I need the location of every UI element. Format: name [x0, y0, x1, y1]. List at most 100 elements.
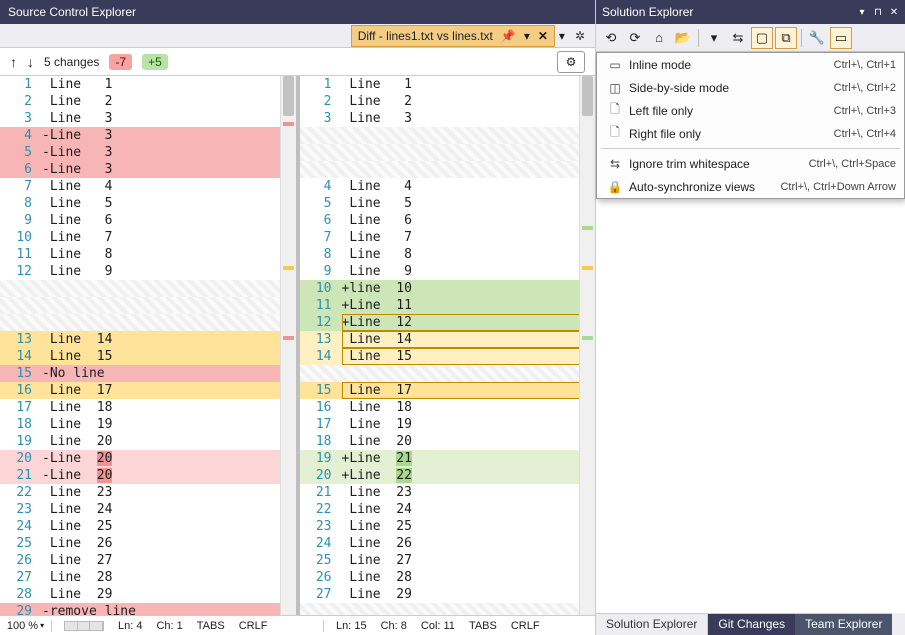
code-row[interactable] — [0, 280, 296, 297]
char-indicator[interactable]: Ch: 8 — [381, 620, 407, 632]
code-row[interactable]: 12+Line 12 — [300, 314, 596, 331]
code-row[interactable]: 29-remove line — [0, 603, 296, 615]
tabs-indicator[interactable]: TABS — [469, 620, 497, 632]
code-row[interactable] — [0, 297, 296, 314]
code-row[interactable]: 14 Line 15 — [0, 348, 296, 365]
gear-icon[interactable]: ✲ — [575, 29, 585, 43]
code-row[interactable]: 15-No line — [0, 365, 296, 382]
toolbar-button[interactable]: 📂 — [672, 27, 694, 49]
code-row[interactable]: 2 Line 2 — [0, 93, 296, 110]
code-row[interactable]: 9 Line 9 — [300, 263, 596, 280]
crlf-indicator[interactable]: CRLF — [239, 620, 268, 632]
toolbar-button[interactable]: 🔧 — [806, 27, 828, 49]
code-row[interactable]: 17 Line 18 — [0, 399, 296, 416]
code-row[interactable]: 25 Line 26 — [0, 535, 296, 552]
scrollbar-thumb[interactable] — [283, 76, 294, 116]
code-row[interactable]: 5-Line 3 — [0, 144, 296, 161]
menu-item[interactable]: ⇆Ignore trim whitespaceCtrl+\, Ctrl+Spac… — [597, 152, 904, 175]
code-row[interactable]: 23 Line 25 — [300, 518, 596, 535]
code-row[interactable]: 25 Line 27 — [300, 552, 596, 569]
code-row[interactable]: 22 Line 24 — [300, 501, 596, 518]
code-row[interactable]: 10+line 10 — [300, 280, 596, 297]
code-row[interactable]: 16 Line 18 — [300, 399, 596, 416]
code-row[interactable] — [0, 314, 296, 331]
code-row[interactable]: 20-Line 20 — [0, 450, 296, 467]
code-row[interactable]: 9 Line 6 — [0, 212, 296, 229]
code-row[interactable]: 1 Line 1 — [300, 76, 596, 93]
code-row[interactable] — [300, 144, 596, 161]
code-row[interactable]: 6 Line 6 — [300, 212, 596, 229]
toolbar-button[interactable]: ▾ — [703, 27, 725, 49]
col-indicator[interactable]: Col: 11 — [421, 620, 455, 632]
code-row[interactable]: 1 Line 1 — [0, 76, 296, 93]
right-code[interactable]: 1 Line 12 Line 23 Line 3 4 Line 45 Line … — [300, 76, 596, 615]
line-indicator[interactable]: Ln: 15 — [336, 620, 367, 632]
menu-item[interactable]: ◫Side-by-side modeCtrl+\, Ctrl+2 — [597, 76, 904, 99]
menu-item[interactable]: ▭Inline modeCtrl+\, Ctrl+1 — [597, 53, 904, 76]
menu-item[interactable]: 🔒Auto-synchronize viewsCtrl+\, Ctrl+Down… — [597, 175, 904, 198]
code-row[interactable]: 18 Line 19 — [0, 416, 296, 433]
code-row[interactable]: 13 Line 14 — [300, 331, 596, 348]
code-row[interactable]: 24 Line 26 — [300, 535, 596, 552]
code-row[interactable]: 15 Line 17 — [300, 382, 596, 399]
code-row[interactable]: 5 Line 5 — [300, 195, 596, 212]
code-row[interactable]: 12 Line 9 — [0, 263, 296, 280]
scrollbar-thumb[interactable] — [582, 76, 593, 116]
crlf-indicator[interactable]: CRLF — [511, 620, 540, 632]
code-row[interactable]: 21 Line 23 — [300, 484, 596, 501]
tab-solution-explorer[interactable]: Solution Explorer — [596, 613, 708, 635]
code-row[interactable]: 21-Line 20 — [0, 467, 296, 484]
code-row[interactable] — [300, 127, 596, 144]
code-row[interactable]: 7 Line 4 — [0, 178, 296, 195]
left-code[interactable]: 1 Line 12 Line 23 Line 34-Line 35-Line 3… — [0, 76, 296, 615]
code-row[interactable]: 26 Line 28 — [300, 569, 596, 586]
right-scrollbar[interactable] — [579, 76, 595, 615]
code-row[interactable] — [300, 603, 596, 615]
toolbar-button[interactable]: ⟳ — [624, 27, 646, 49]
toolbar-button[interactable]: ▢ — [751, 27, 773, 49]
code-row[interactable]: 28 Line 29 — [0, 586, 296, 603]
window-menu-icon[interactable]: ▾ — [857, 7, 867, 17]
close-tab-button[interactable]: ✕ — [538, 29, 548, 43]
code-row[interactable]: 3 Line 3 — [0, 110, 296, 127]
tab-git-changes[interactable]: Git Changes — [708, 613, 795, 635]
next-change-button[interactable]: ↓ — [27, 54, 34, 70]
code-row[interactable]: 8 Line 5 — [0, 195, 296, 212]
active-tab[interactable]: Diff - lines1.txt vs lines.txt 📌 ▾ ✕ — [351, 25, 555, 47]
code-row[interactable]: 6-Line 3 — [0, 161, 296, 178]
code-row[interactable]: 22 Line 23 — [0, 484, 296, 501]
char-indicator[interactable]: Ch: 1 — [156, 620, 182, 632]
tab-dropdown-icon[interactable]: ▾ — [559, 29, 565, 43]
code-row[interactable]: 11+Line 11 — [300, 297, 596, 314]
code-row[interactable]: 19+Line 21 — [300, 450, 596, 467]
toolbar-button[interactable]: ⇆ — [727, 27, 749, 49]
code-row[interactable]: 10 Line 7 — [0, 229, 296, 246]
code-row[interactable]: 27 Line 29 — [300, 586, 596, 603]
code-row[interactable]: 13 Line 14 — [0, 331, 296, 348]
code-row[interactable]: 2 Line 2 — [300, 93, 596, 110]
code-row[interactable] — [300, 365, 596, 382]
code-row[interactable]: 11 Line 8 — [0, 246, 296, 263]
code-row[interactable]: 8 Line 8 — [300, 246, 596, 263]
code-row[interactable]: 19 Line 20 — [0, 433, 296, 450]
code-row[interactable]: 4 Line 4 — [300, 178, 596, 195]
code-row[interactable] — [300, 161, 596, 178]
toolbar-button[interactable]: ⟲ — [600, 27, 622, 49]
close-icon[interactable]: ✕ — [889, 7, 899, 17]
toolbar-button[interactable]: ▭ — [830, 27, 852, 49]
menu-item[interactable]: 🗋Right file onlyCtrl+\, Ctrl+4 — [597, 122, 904, 145]
code-row[interactable]: 17 Line 19 — [300, 416, 596, 433]
code-row[interactable]: 3 Line 3 — [300, 110, 596, 127]
code-row[interactable]: 24 Line 25 — [0, 518, 296, 535]
diff-settings-button[interactable]: ⚙ — [557, 51, 585, 73]
pin-icon[interactable]: 📌 — [501, 29, 516, 43]
code-row[interactable]: 18 Line 20 — [300, 433, 596, 450]
code-row[interactable]: 4-Line 3 — [0, 127, 296, 144]
code-row[interactable]: 26 Line 27 — [0, 552, 296, 569]
menu-item[interactable]: 🗋Left file onlyCtrl+\, Ctrl+3 — [597, 99, 904, 122]
code-row[interactable]: 27 Line 28 — [0, 569, 296, 586]
tabs-indicator[interactable]: TABS — [197, 620, 225, 632]
zoom-level[interactable]: 100 %▾ — [0, 620, 52, 632]
line-indicator[interactable]: Ln: 4 — [118, 620, 142, 632]
hscroll-icon[interactable] — [64, 621, 104, 631]
